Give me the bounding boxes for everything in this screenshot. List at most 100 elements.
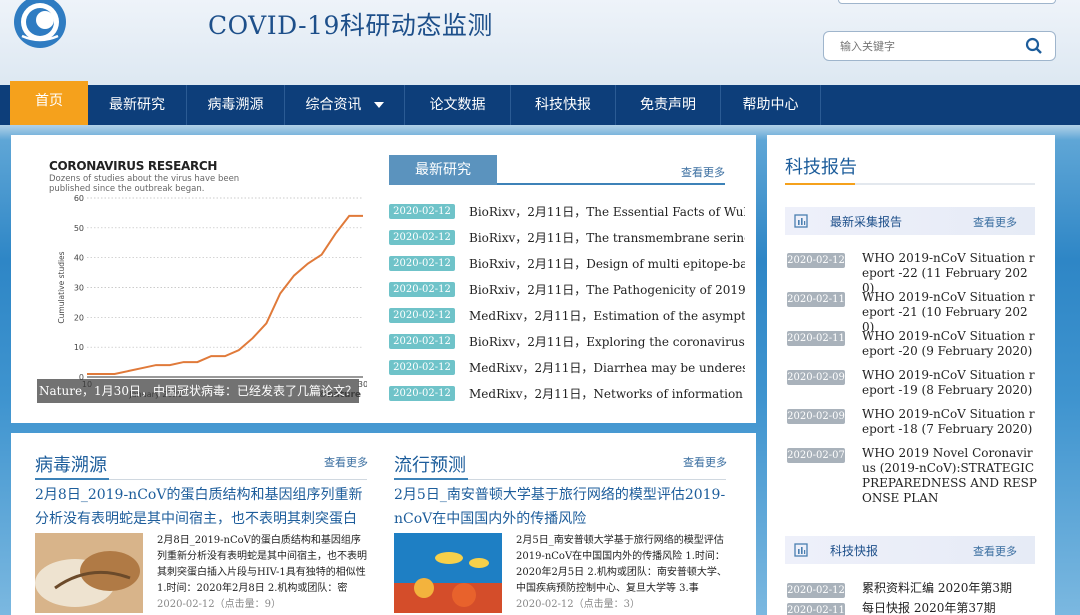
latest-list-item[interactable]: 2020-02-12 MedRixv，2月11日，Networks of info… — [389, 383, 745, 403]
forecast-heading: 流行预测 — [394, 455, 466, 476]
site-title: COVID-19科研动态监测 — [208, 11, 493, 40]
origin-article-body: 2月8日_2019-nCoV的蛋白质结构和基因组序列重新分析没有表明蛇是其中间宿… — [157, 533, 367, 613]
nav-label: 综合资讯 — [305, 97, 362, 113]
title-accent — [785, 183, 855, 185]
nav-item-latest[interactable]: 最新研究 — [88, 85, 187, 125]
report-list-item[interactable]: 2020-02-07 WHO 2019 Novel Coronavirus (20… — [787, 446, 1037, 505]
nav-item-home[interactable]: 首页 — [10, 81, 88, 125]
y-tick-label: 20 — [74, 313, 84, 322]
latest-item-title[interactable]: BioRixv，2月11日，Exploring the coronavirus … — [469, 333, 745, 350]
report-list-item[interactable]: 2020-02-11 WHO 2019-nCoV Situation report… — [787, 290, 1037, 334]
forecast-meta: 2020-02-12（点击量：3） — [516, 599, 641, 610]
origin-article-image[interactable] — [35, 533, 143, 613]
nav-item-help[interactable]: 帮助中心 — [721, 85, 821, 125]
date-badge: 2020-02-11 — [787, 331, 845, 346]
latest-list-item[interactable]: 2020-02-12 MedRixv，2月11日，Estimation of th… — [389, 305, 745, 325]
search-box — [823, 31, 1056, 61]
express-item-title[interactable]: 每日快报 2020年第37期 — [862, 601, 1037, 615]
nav-label: 最新研究 — [109, 97, 165, 113]
express-header: 科技快报 查看更多 — [785, 536, 1035, 564]
series-line — [87, 214, 363, 376]
origin-meta: 2020-02-12（点击量：9） — [157, 599, 282, 610]
collected-header: 最新采集报告 查看更多 — [785, 207, 1035, 235]
report-list-item[interactable]: 2020-02-09 WHO 2019-nCoV Situation report… — [787, 407, 1037, 445]
reports-panel: 科技报告 最新采集报告 查看更多 2020-02-12 WHO 2019-nCoV… — [767, 135, 1055, 615]
latest-list-item[interactable]: 2020-02-12 BioRxiv，2月11日，The Pathogenicit… — [389, 279, 745, 299]
express-list-item[interactable]: 2020-02-12 累积资料汇编 2020年第3期 — [787, 581, 1037, 601]
forecast-article-image[interactable] — [394, 533, 502, 613]
latest-item-title[interactable]: MedRixv，2月11日，Diarrhea may be underestim… — [469, 359, 745, 376]
origin-body-text: 2月8日_2019-nCoV的蛋白质结构和基因组序列重新分析没有表明蛇是其中间宿… — [157, 535, 367, 594]
forecast-body-text: 2月5日_南安普顿大学基于旅行网络的模型评估2019-nCoV在中国国内外的传播… — [516, 535, 727, 594]
report-item-title[interactable]: WHO 2019-nCoV Situation report -18 (7 Fe… — [862, 407, 1037, 437]
latest-list-item[interactable]: 2020-02-12 BioRixv，2月11日，The Essential Fa… — [389, 201, 745, 221]
nav-label: 病毒溯源 — [207, 97, 264, 113]
report-list-item[interactable]: 2020-02-09 WHO 2019-nCoV Situation report… — [787, 368, 1037, 406]
nav-label: 帮助中心 — [742, 97, 799, 113]
latest-item-title[interactable]: BioRxiv，2月11日，Design of multi epitope-ba… — [469, 255, 745, 272]
express-item-title[interactable]: 累积资料汇编 2020年第3期 — [862, 581, 1037, 596]
report-item-title[interactable]: WHO 2019-nCoV Situation report -19 (8 Fe… — [862, 368, 1037, 398]
y-tick-label: 50 — [74, 224, 84, 233]
nav-item-express[interactable]: 科技快报 — [511, 85, 616, 125]
nav-item-news[interactable]: 综合资讯 — [285, 85, 405, 125]
y-tick-label: 60 — [74, 194, 84, 203]
report-item-title[interactable]: WHO 2019-nCoV Situation report -20 (9 Fe… — [862, 329, 1037, 359]
y-tick-label: 10 — [74, 343, 84, 352]
featured-chart[interactable]: CORONAVIRUS RESEARCH Dozens of studies a… — [37, 153, 367, 405]
nav-label: 科技快报 — [535, 97, 591, 113]
search-icon[interactable] — [1025, 37, 1043, 55]
date-badge: 2020-02-11 — [787, 603, 845, 615]
collected-more-link[interactable]: 查看更多 — [973, 214, 1017, 230]
latest-item-title[interactable]: MedRixv，2月11日，Estimation of the asymptom… — [469, 307, 745, 324]
date-badge: 2020-02-12 — [389, 360, 455, 375]
latest-list-item[interactable]: 2020-02-12 BioRxiv，2月11日，Design of multi … — [389, 253, 745, 273]
main-nav: 首页 最新研究 病毒溯源 综合资讯 论文数据 科技快报 免责声明 帮助中心 — [0, 81, 1080, 125]
latest-item-title[interactable]: BioRixv，2月11日，The Essential Facts of Wuh… — [469, 203, 745, 220]
express-more-link[interactable]: 查看更多 — [973, 543, 1017, 559]
latest-list-item[interactable]: 2020-02-12 BioRixv，2月11日，The transmembran… — [389, 227, 745, 247]
search-input[interactable] — [840, 37, 1020, 55]
express-list-item[interactable]: 2020-02-11 每日快报 2020年第37期 — [787, 601, 1037, 615]
chevron-down-icon — [373, 102, 384, 108]
date-badge: 2020-02-12 — [389, 204, 455, 219]
date-badge: 2020-02-12 — [787, 583, 845, 598]
nav-label: 首页 — [35, 93, 63, 109]
origin-more-link[interactable]: 查看更多 — [324, 454, 368, 470]
forecast-underline — [394, 478, 468, 480]
x-tick-label: 30 — [358, 380, 367, 389]
nav-item-disclaimer[interactable]: 免责声明 — [616, 85, 721, 125]
report-list-item[interactable]: 2020-02-12 WHO 2019-nCoV Situation report… — [787, 251, 1037, 295]
nav-label: 论文数据 — [429, 97, 486, 113]
report-list-item[interactable]: 2020-02-11 WHO 2019-nCoV Situation report… — [787, 329, 1037, 367]
site-logo-icon[interactable] — [12, 0, 68, 52]
origin-heading: 病毒溯源 — [35, 455, 107, 476]
tab-latest[interactable]: 最新研究 — [389, 155, 497, 185]
nav-item-papers[interactable]: 论文数据 — [405, 85, 511, 125]
y-tick-label: 30 — [74, 284, 84, 293]
forecast-article-title[interactable]: 2月5日_南安普顿大学基于旅行网络的模型评估2019-nCoV在中国国内外的传播… — [394, 483, 726, 531]
latest-item-title[interactable]: BioRxiv，2月11日，The Pathogenicity of 2019 … — [469, 281, 745, 298]
site-header: COVID-19科研动态监测 — [0, 0, 1080, 85]
date-badge: 2020-02-12 — [389, 230, 455, 245]
nav-item-origin[interactable]: 病毒溯源 — [187, 85, 285, 125]
featured-caption[interactable]: Nature，1月30日，中国冠状病毒：已经发表了几篇论文？ — [37, 379, 359, 403]
collected-label: 最新采集报告 — [830, 215, 903, 229]
latest-list-item[interactable]: 2020-02-12 BioRixv，2月11日，Exploring the co… — [389, 331, 745, 351]
date-badge: 2020-02-07 — [787, 448, 845, 463]
latest-item-title[interactable]: MedRixv，2月11日，Networks of information to… — [469, 385, 745, 402]
top-login-box[interactable] — [838, 0, 1056, 4]
date-badge: 2020-02-12 — [389, 282, 455, 297]
document-icon — [794, 214, 808, 228]
document-icon — [794, 543, 808, 557]
latest-list-item[interactable]: 2020-02-12 MedRixv，2月11日，Diarrhea may be … — [389, 357, 745, 377]
forecast-more-link[interactable]: 查看更多 — [683, 454, 727, 470]
date-badge: 2020-02-09 — [787, 370, 845, 385]
latest-item-title[interactable]: BioRixv，2月11日，The transmembrane serine p… — [469, 229, 745, 246]
line-chart: 01020304050601030Cumulative studiesJanua… — [57, 194, 367, 400]
y-axis-label: Cumulative studies — [57, 251, 66, 323]
date-badge: 2020-02-11 — [787, 292, 845, 307]
latest-more-link[interactable]: 查看更多 — [681, 164, 725, 180]
report-item-title[interactable]: WHO 2019 Novel Coronavirus (2019-nCoV):S… — [862, 446, 1037, 506]
forecast-article-body: 2月5日_南安普顿大学基于旅行网络的模型评估2019-nCoV在中国国内外的传播… — [516, 533, 728, 613]
